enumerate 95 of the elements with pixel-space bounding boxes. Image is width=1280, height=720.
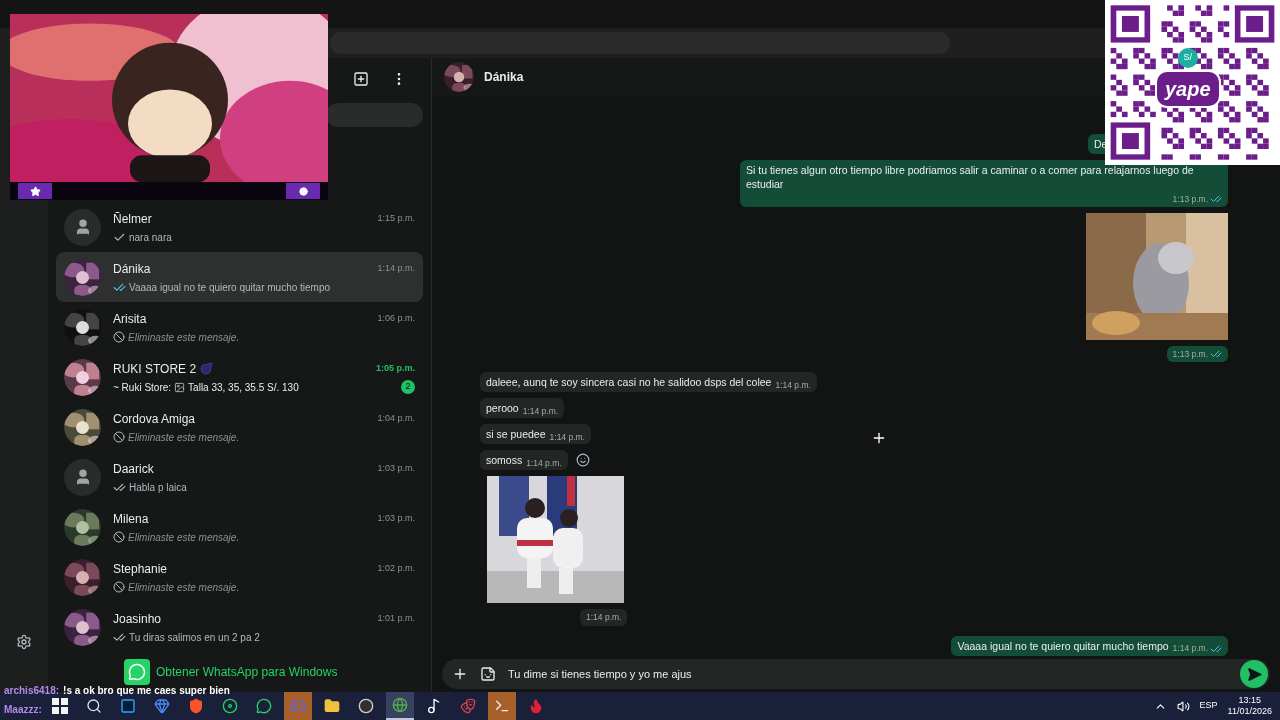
message-preview: Talla 33, 35, 35.5 S/. 130 bbox=[188, 380, 299, 395]
chat-time: 1:06 p.m. bbox=[377, 311, 415, 325]
message-preview: Eliminaste este mensaje. bbox=[128, 430, 240, 445]
new-chat-icon[interactable] bbox=[353, 71, 369, 87]
contact-name: Dánika bbox=[113, 260, 151, 278]
message-preview: Eliminaste este mensaje. bbox=[128, 530, 240, 545]
chat-username: archis6418: bbox=[4, 684, 60, 698]
chat-time: 1:04 p.m. bbox=[377, 411, 415, 425]
mask-icon bbox=[460, 698, 476, 714]
contact-name: Joasinho bbox=[113, 610, 162, 628]
diamond-icon bbox=[154, 698, 170, 714]
chat-time: 1:15 p.m. bbox=[377, 211, 415, 225]
search-icon bbox=[86, 698, 102, 714]
contact-name: RUKI STORE 2 bbox=[113, 360, 197, 378]
chat-list-item[interactable]: Stephanie 1:02 p.m. Eliminaste este mensaje. bbox=[56, 552, 423, 602]
game-controller-icon bbox=[290, 698, 306, 714]
contact-name: Dánika bbox=[484, 68, 524, 86]
chat-list-item[interactable]: Dánika 1:14 p.m. Vaaaa igual no te quiero quitar mucho tiempo bbox=[56, 252, 423, 302]
message-preview: Habla p laica bbox=[129, 480, 187, 495]
chat-list-item[interactable]: Cordova Amiga 1:04 p.m. Eliminaste este mensaje. bbox=[56, 402, 423, 452]
square-icon bbox=[120, 698, 136, 714]
message-time: 1:14 p.m. bbox=[522, 404, 559, 418]
speaker-icon[interactable] bbox=[1176, 699, 1190, 713]
unread-count: 2 bbox=[401, 380, 415, 394]
message-time: 1:14 p.m. bbox=[549, 430, 585, 444]
message-text: Si tu tienes algun otro tiempo libre podriamos salir a caminar o a comer para relajarnos luego de estudiar bbox=[746, 162, 1195, 191]
chat-time: 1:03 p.m. bbox=[377, 511, 415, 525]
ban-icon bbox=[113, 581, 125, 593]
message-time: 1:13 p.m. bbox=[1172, 347, 1208, 361]
message-text: perooo bbox=[486, 401, 519, 416]
globe-icon bbox=[392, 697, 408, 713]
emoji-icon[interactable] bbox=[575, 453, 590, 468]
message-preview: Vaaaa igual no te quiero quitar mucho tiempo bbox=[129, 280, 331, 295]
chat-time: 1:02 p.m. bbox=[377, 561, 415, 575]
message-time: 1:14 p.m. bbox=[586, 611, 622, 625]
attach-icon[interactable] bbox=[452, 666, 468, 682]
qr-code-icon bbox=[1105, 0, 1280, 165]
message-text: Vaaaa igual no te quiero quitar mucho tiempo bbox=[957, 639, 1169, 654]
chat-list-item[interactable]: Milena 1:03 p.m. Eliminaste este mensaje. bbox=[56, 502, 423, 552]
sticker-icon[interactable] bbox=[480, 666, 496, 682]
search-field[interactable] bbox=[326, 103, 423, 127]
message-time: 1:14 p.m. bbox=[775, 378, 811, 392]
chat-time: 1:05 p.m. bbox=[376, 361, 415, 375]
chat-list-item[interactable]: Joasinho 1:01 p.m. Tu diras salimos en un 2 pa 2 bbox=[56, 602, 423, 652]
message-text: si se puedee bbox=[486, 427, 546, 442]
windows-logo-icon bbox=[52, 698, 68, 714]
chat-time: 1:14 p.m. bbox=[377, 261, 415, 275]
settings-icon[interactable] bbox=[16, 634, 32, 650]
message-time: 1:14 p.m. bbox=[526, 456, 562, 470]
chat-list-item[interactable]: RUKI STORE 2 1:05 p.m. ~ Ruki Store: Talla 33, 35, 35.5 S/. 130 2 bbox=[56, 352, 423, 402]
contact-name: Cordova Amiga bbox=[113, 410, 196, 428]
music-note-icon bbox=[426, 698, 442, 714]
language-indicator[interactable]: ESP bbox=[1199, 699, 1218, 713]
message-text: somoss bbox=[486, 453, 523, 468]
message-composer[interactable]: Tu dime si tienes tiempo y yo me ajus bbox=[442, 659, 1270, 689]
send-icon bbox=[1246, 666, 1262, 682]
contact-name: Ñelmer bbox=[113, 210, 152, 228]
message-preview: Eliminaste este mensaje. bbox=[128, 330, 240, 345]
sender-name: ~ Ruki Store: bbox=[113, 380, 172, 395]
contact-name: Stephanie bbox=[113, 560, 168, 578]
message-time: 1:14 p.m. bbox=[1172, 642, 1208, 656]
chat-bubble-icon bbox=[256, 698, 272, 714]
flame-icon bbox=[528, 698, 544, 714]
terminal-icon bbox=[494, 698, 510, 714]
star-icon bbox=[29, 185, 41, 197]
message-preview: Tu diras salimos en un 2 pa 2 bbox=[129, 630, 260, 645]
chat-list-item[interactable]: Arisita 1:06 p.m. Eliminaste este mensaje. bbox=[56, 302, 423, 352]
chat-list-item[interactable]: Daarick 1:03 p.m. Habla p laica bbox=[56, 452, 423, 502]
chat-time: 1:03 p.m. bbox=[377, 461, 415, 475]
send-button[interactable] bbox=[1240, 660, 1268, 688]
contact-name: Milena bbox=[113, 510, 149, 528]
shield-icon bbox=[188, 698, 204, 714]
chat-username: Maazzz: bbox=[4, 703, 42, 717]
clock-date: 11/01/2026 bbox=[1227, 706, 1272, 717]
download-link[interactable]: Obtener WhatsApp para Windows bbox=[124, 659, 338, 685]
ban-icon bbox=[113, 531, 125, 543]
clock-time: 13:15 bbox=[1238, 695, 1262, 706]
contact-name: Arisita bbox=[113, 310, 147, 328]
chat-time: 1:01 p.m. bbox=[377, 611, 415, 625]
message-preview: nara nara bbox=[129, 230, 172, 245]
logo-text: yape bbox=[1155, 70, 1221, 108]
folder-icon bbox=[324, 698, 340, 714]
ban-icon bbox=[113, 331, 125, 343]
contact-name: Daarick bbox=[113, 460, 154, 478]
ban-icon bbox=[113, 431, 125, 443]
taskbar-button[interactable] bbox=[386, 692, 414, 720]
chat-message: !s a ok bro que me caes super bien bbox=[63, 684, 230, 698]
image-icon bbox=[174, 381, 186, 393]
circle-icon bbox=[298, 186, 308, 196]
circle-icon bbox=[358, 698, 374, 714]
chat-list-item[interactable]: Ñelmer 1:15 p.m. nara nara bbox=[56, 202, 423, 252]
message-text: daleee, aunq te soy sincera casi no he salidoo dsps del colee bbox=[486, 375, 772, 390]
message-input[interactable]: Tu dime si tienes tiempo y yo me ajus bbox=[508, 665, 1228, 683]
message-preview: Eliminaste este mensaje. bbox=[128, 580, 240, 595]
message-time: 1:13 p.m. bbox=[1172, 192, 1208, 206]
